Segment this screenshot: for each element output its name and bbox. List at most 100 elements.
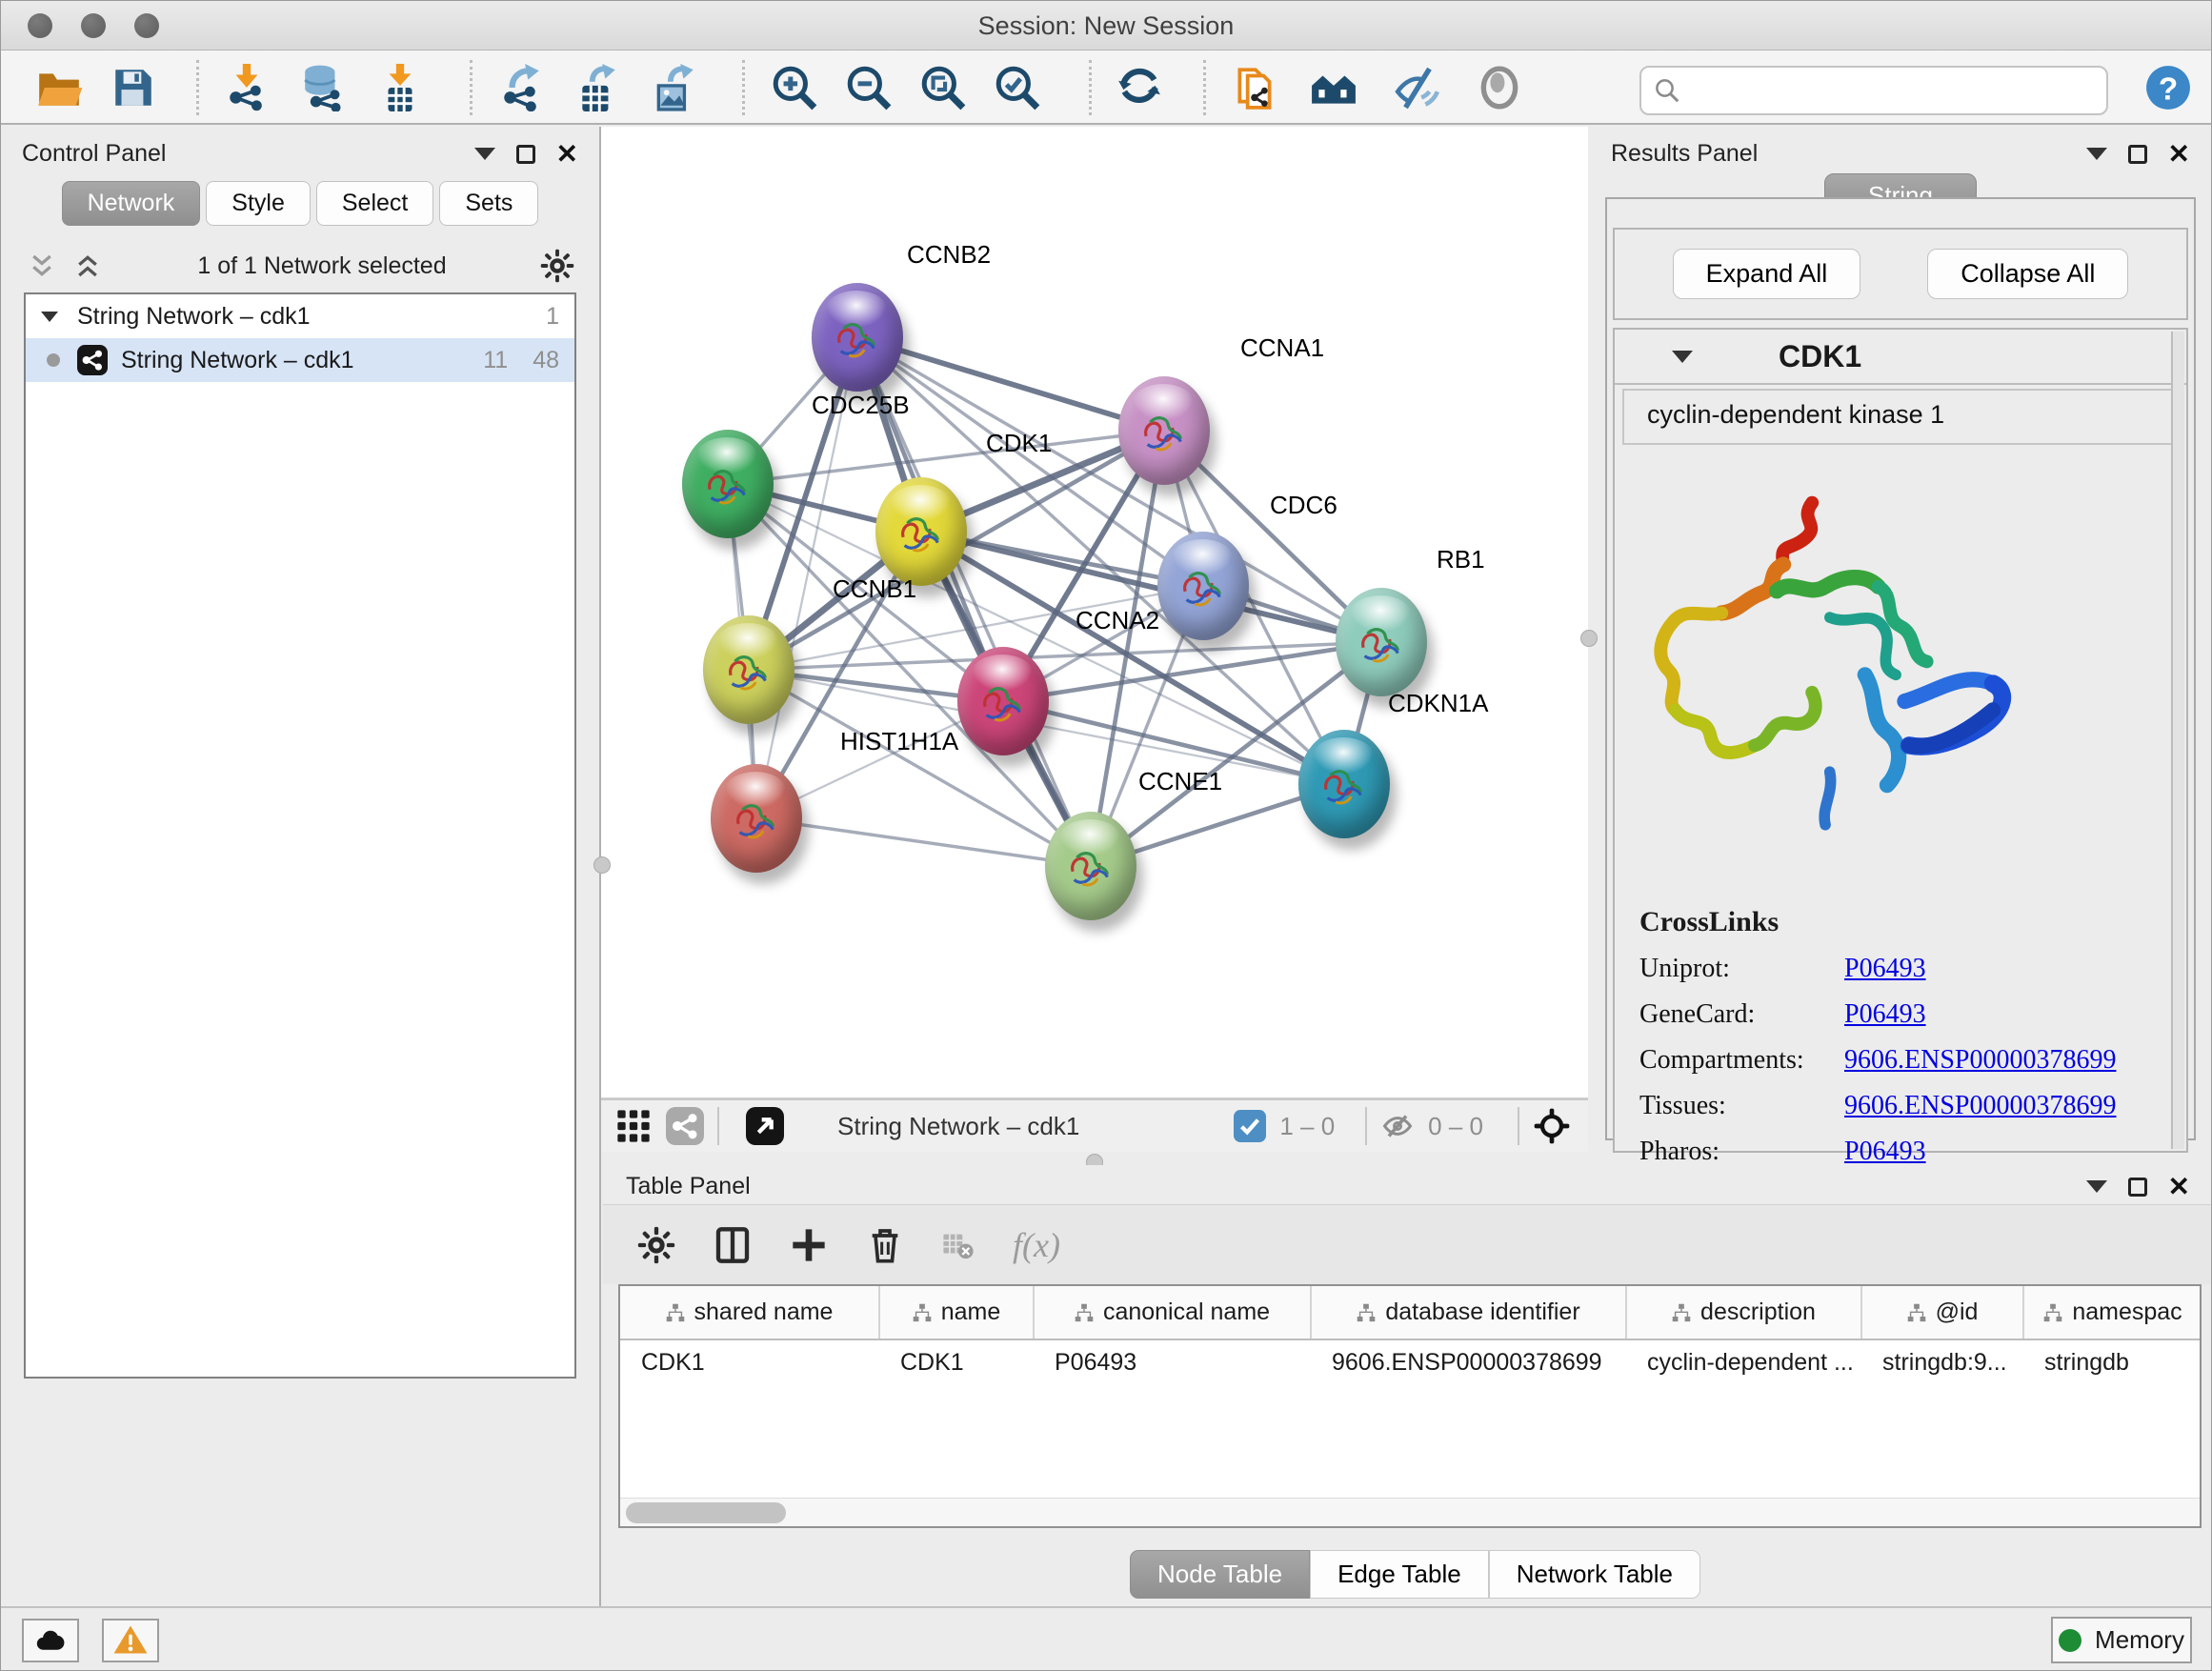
memory-button[interactable]: Memory [2051, 1617, 2192, 1663]
network-node-CCNB2[interactable] [812, 283, 903, 392]
splitter-handle[interactable] [593, 856, 611, 874]
table-cell[interactable]: CDK1 [620, 1339, 879, 1385]
close-panel-icon[interactable]: ✕ [2168, 1178, 2190, 1197]
column-header-name[interactable]: name [879, 1286, 1034, 1339]
tab-edge-table[interactable]: Edge Table [1310, 1550, 1489, 1599]
column-header-database-identifier[interactable]: database identifier [1311, 1286, 1626, 1339]
float-panel-icon[interactable] [2128, 145, 2147, 164]
collapse-panel-icon[interactable] [2086, 1180, 2107, 1193]
network-canvas[interactable]: CCNB2CCNA1CDC25BCDK1CDC6RB1CCNB1CCNA2CDK… [601, 127, 1588, 1098]
zoom-selected-button[interactable] [992, 62, 1043, 113]
network-view-toolbar: String Network – cdk1 1 – 0 0 – 0 [601, 1098, 1588, 1152]
tab-network[interactable]: Network [62, 181, 201, 226]
export-network-button[interactable] [496, 62, 548, 113]
column-header-description[interactable]: description [1626, 1286, 1861, 1339]
zoom-window-icon[interactable] [134, 13, 159, 38]
hidden-eye-slash-icon[interactable] [1380, 1109, 1415, 1143]
open-session-button[interactable] [33, 62, 85, 113]
table-cell[interactable]: P06493 [1034, 1339, 1311, 1385]
tab-select[interactable]: Select [316, 181, 433, 226]
close-panel-icon[interactable]: ✕ [556, 145, 578, 164]
import-network-file-button[interactable] [222, 62, 273, 113]
table-row[interactable]: CDK1CDK1P064939606.ENSP00000378699cyclin… [620, 1339, 2202, 1385]
column-header-namespac[interactable]: namespac [2023, 1286, 2202, 1339]
selected-checkbox-icon[interactable] [1234, 1110, 1266, 1142]
show-columns-icon[interactable] [714, 1226, 752, 1264]
network-node-CCNB1[interactable] [703, 615, 794, 724]
export-table-button[interactable] [573, 62, 624, 113]
table-horizontal-scrollbar[interactable] [620, 1498, 2200, 1526]
tab-sets[interactable]: Sets [439, 181, 538, 226]
column-header-canonical-name[interactable]: canonical name [1034, 1286, 1311, 1339]
grid-view-icon[interactable] [614, 1107, 653, 1145]
crosslinks-section: CrossLinks Uniprot:P06493GeneCard:P06493… [1615, 906, 2186, 1167]
crosslink-link[interactable]: 9606.ENSP00000378699 [1844, 1045, 2116, 1076]
results-vertical-scrollbar[interactable] [2171, 332, 2184, 1149]
tree-expand-icon[interactable] [41, 312, 58, 322]
zoom-in-button[interactable] [769, 62, 820, 113]
network-node-CDC25B[interactable] [682, 430, 774, 538]
collapse-panel-icon[interactable] [474, 148, 495, 160]
level-of-detail-button[interactable] [1474, 62, 1525, 113]
float-panel-icon[interactable] [516, 145, 535, 164]
splitter-handle[interactable] [1580, 630, 1598, 647]
table-cell[interactable]: cyclin-dependent ... [1626, 1339, 1861, 1385]
help-button[interactable]: ? [2142, 62, 2194, 113]
float-panel-icon[interactable] [2128, 1178, 2147, 1197]
network-node-CCNA1[interactable] [1118, 376, 1210, 485]
import-table-file-button[interactable] [374, 62, 426, 113]
create-column-plus-icon[interactable] [790, 1226, 828, 1264]
search-input[interactable] [1681, 77, 2081, 104]
birds-eye-view-icon[interactable] [1533, 1107, 1571, 1145]
delete-column-trash-icon[interactable] [866, 1226, 904, 1264]
network-node-CCNE1[interactable] [1045, 812, 1136, 920]
crosslink-link[interactable]: P06493 [1844, 954, 1926, 984]
tab-network-table[interactable]: Network Table [1489, 1550, 1700, 1599]
expand-all-networks-icon[interactable] [26, 252, 58, 280]
network-node-RB1[interactable] [1336, 588, 1427, 696]
close-panel-icon[interactable]: ✕ [2168, 145, 2190, 164]
tab-style[interactable]: Style [206, 181, 311, 226]
table-cell[interactable]: CDK1 [879, 1339, 1034, 1385]
first-neighbors-button[interactable] [1308, 62, 1359, 113]
warnings-button[interactable] [102, 1619, 159, 1662]
close-window-icon[interactable] [28, 13, 52, 38]
table-cell[interactable]: stringdb:9... [1861, 1339, 2023, 1385]
zoom-out-button[interactable] [843, 62, 895, 113]
export-image-button[interactable] [649, 62, 700, 113]
network-row-selected[interactable]: String Network – cdk1 11 48 [26, 338, 574, 382]
column-header--id[interactable]: @id [1861, 1286, 2023, 1339]
zoom-fit-button[interactable] [917, 62, 969, 113]
network-collection-row[interactable]: String Network – cdk1 1 [26, 294, 574, 338]
network-node-HIST1H1A[interactable] [711, 764, 802, 873]
crosslink-link[interactable]: P06493 [1844, 1137, 1926, 1167]
save-session-button[interactable] [108, 62, 159, 113]
table-options-gear-icon[interactable] [637, 1226, 675, 1264]
cloud-status-button[interactable] [22, 1619, 79, 1662]
collapse-panel-icon[interactable] [2086, 148, 2107, 160]
network-share-icon[interactable] [666, 1107, 704, 1145]
collapse-entry-icon[interactable] [1672, 351, 1693, 363]
table-cell[interactable]: 9606.ENSP00000378699 [1311, 1339, 1626, 1385]
collapse-all-networks-icon[interactable] [71, 252, 104, 280]
collapse-all-button[interactable]: Collapse All [1927, 249, 2128, 299]
delete-table-icon[interactable] [942, 1226, 975, 1264]
import-network-database-button[interactable] [298, 62, 350, 113]
new-network-from-selection-button[interactable] [1230, 62, 1281, 113]
column-header-shared-name[interactable]: shared name [620, 1286, 879, 1339]
detach-view-icon[interactable] [746, 1107, 784, 1145]
network-node-CDK1[interactable] [875, 477, 967, 586]
network-node-CDKN1A[interactable] [1298, 730, 1390, 838]
expand-all-button[interactable]: Expand All [1673, 249, 1861, 299]
network-node-CCNA2[interactable] [957, 647, 1049, 755]
crosslink-link[interactable]: 9606.ENSP00000378699 [1844, 1091, 2116, 1121]
crosslink-link[interactable]: P06493 [1844, 999, 1926, 1030]
network-node-CDC6[interactable] [1157, 532, 1249, 640]
table-cell[interactable]: stringdb [2023, 1339, 2202, 1385]
scrollbar-thumb[interactable] [626, 1502, 786, 1523]
refresh-button[interactable] [1114, 62, 1165, 113]
network-options-gear-icon[interactable] [540, 249, 574, 283]
minimize-window-icon[interactable] [81, 13, 106, 38]
tab-node-table[interactable]: Node Table [1130, 1550, 1310, 1599]
show-hide-graphics-details-button[interactable] [1392, 62, 1443, 113]
